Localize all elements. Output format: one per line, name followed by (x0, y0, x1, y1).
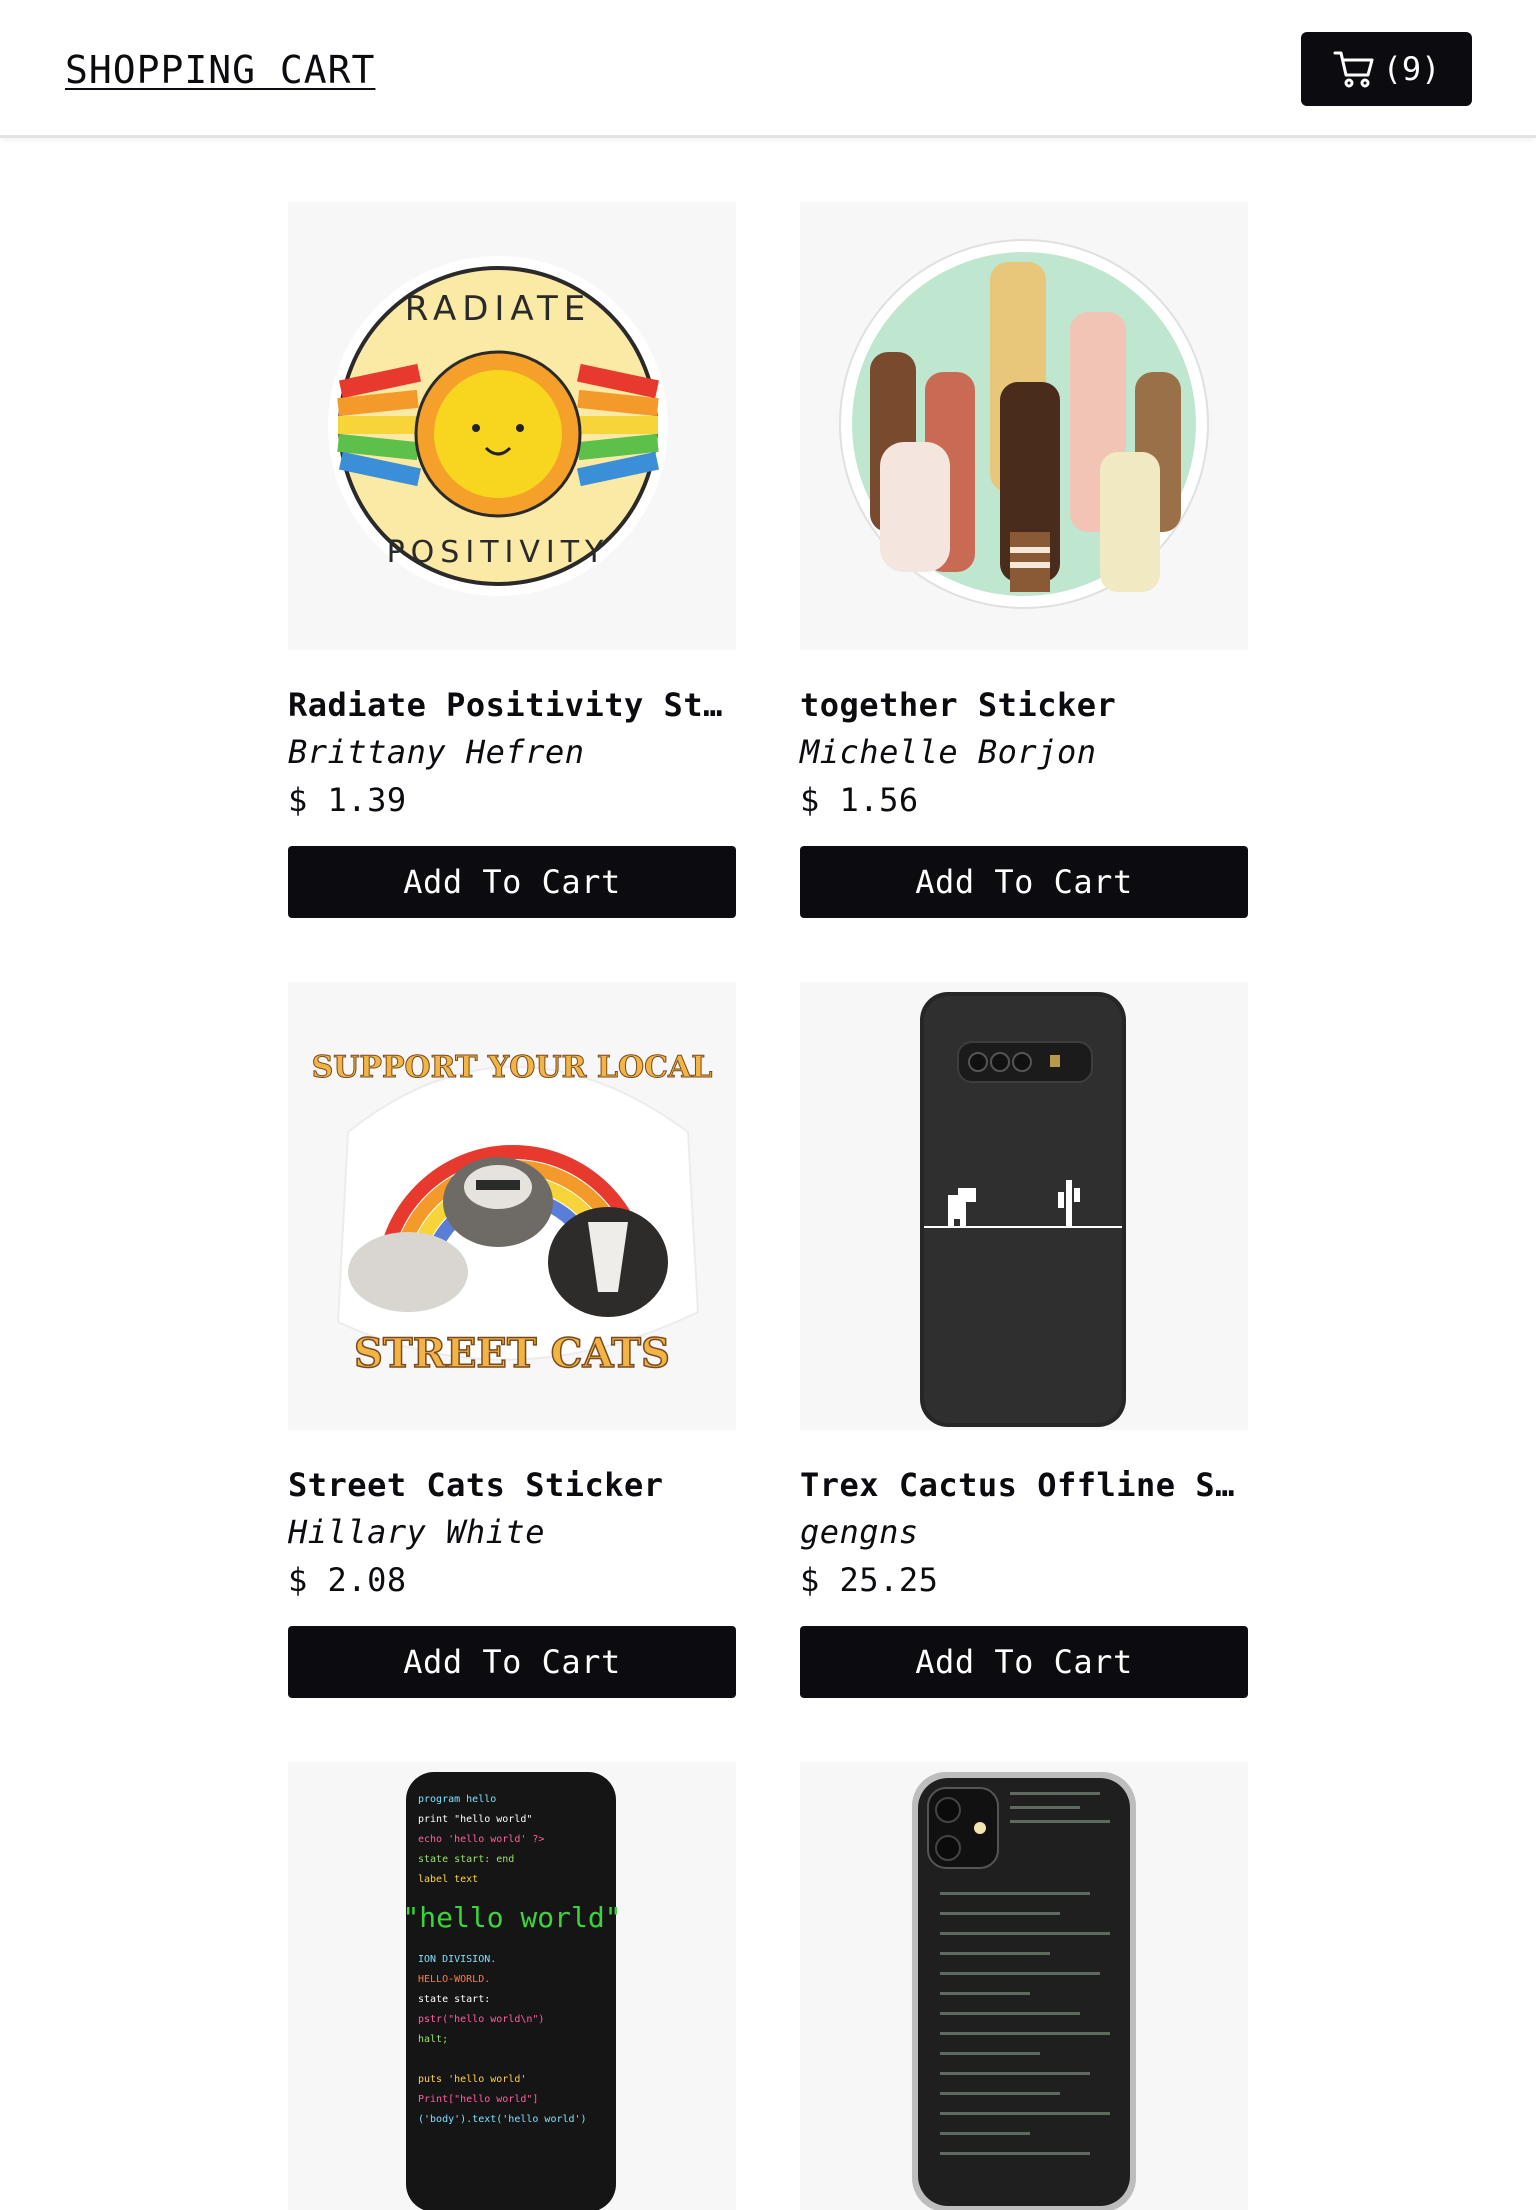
svg-text:print "hello world": print "hello world" (418, 1814, 532, 1825)
cart-icon (1333, 51, 1374, 88)
code-iphone-case-image (912, 1772, 1136, 2210)
cart-button[interactable]: (9) (1301, 32, 1472, 106)
product-card: together Sticker Michelle Borjon $ 1.56 … (800, 202, 1248, 918)
add-to-cart-button[interactable]: Add To Cart (288, 846, 736, 918)
svg-text:halt;: halt; (418, 2034, 448, 2045)
product-artist[interactable]: Michelle Borjon (800, 728, 1248, 776)
svg-text:pstr("hello world\n"): pstr("hello world\n") (418, 2014, 544, 2025)
product-price: $ 2.08 (288, 1561, 407, 1599)
product-artist[interactable]: Hillary White (288, 1508, 736, 1556)
product-card: program hello print "hello world" echo '… (288, 1762, 736, 2210)
cart-count: (9) (1382, 50, 1441, 88)
svg-text:RADIATE: RADIATE (405, 289, 592, 329)
product-image[interactable] (800, 1762, 1248, 2210)
product-card (800, 1762, 1248, 2210)
svg-text:Print["hello world"]: Print["hello world"] (418, 2094, 538, 2105)
product-image[interactable]: RADIATE POSITIVITY (288, 202, 736, 650)
product-artist[interactable]: gengns (800, 1508, 1248, 1556)
svg-text:STREET CATS: STREET CATS (354, 1330, 670, 1377)
street-cats-sticker-image: SUPPORT YOUR LOCAL STREET CATS (311, 1050, 713, 1378)
product-card: RADIATE POSITIVITY Radiate Positivity St… (288, 202, 736, 918)
svg-text:state start: end: state start: end (418, 1854, 514, 1865)
product-title[interactable]: Trex Cactus Offline S… (800, 1462, 1248, 1508)
svg-text:('body').text('hello world'): ('body').text('hello world') (418, 2114, 587, 2125)
product-image[interactable]: SUPPORT YOUR LOCAL STREET CATS (288, 982, 736, 1430)
add-to-cart-button[interactable]: Add To Cart (288, 1626, 736, 1698)
svg-text:state start:: state start: (418, 1994, 490, 2005)
svg-text:POSITIVITY: POSITIVITY (387, 535, 610, 570)
product-image[interactable]: program hello print "hello world" echo '… (288, 1762, 736, 2210)
product-grid: RADIATE POSITIVITY Radiate Positivity St… (288, 202, 1248, 2210)
product-price: $ 1.39 (288, 781, 407, 819)
svg-text:HELLO-WORLD.: HELLO-WORLD. (418, 1974, 490, 1985)
product-image[interactable] (800, 202, 1248, 650)
product-price: $ 1.56 (800, 781, 919, 819)
hello-world-phone-case-image: program hello print "hello world" echo '… (402, 1772, 622, 2210)
product-card: SUPPORT YOUR LOCAL STREET CATS Street Ca… (288, 982, 736, 1698)
top-bar: SHOPPING CART (9) (0, 0, 1536, 138)
add-to-cart-button[interactable]: Add To Cart (800, 1626, 1248, 1698)
svg-text:SUPPORT YOUR LOCAL: SUPPORT YOUR LOCAL (312, 1050, 713, 1085)
product-artist[interactable]: Brittany Hefren (288, 728, 736, 776)
svg-text:program hello: program hello (418, 1794, 496, 1805)
product-image[interactable] (800, 982, 1248, 1430)
svg-text:ION DIVISION.: ION DIVISION. (418, 1954, 496, 1965)
raised-fists-sticker-image (839, 239, 1209, 609)
product-title[interactable]: Street Cats Sticker (288, 1462, 736, 1508)
add-to-cart-button[interactable]: Add To Cart (800, 846, 1248, 918)
product-price: $ 25.25 (800, 1561, 939, 1599)
product-title[interactable]: Radiate Positivity St… (288, 682, 736, 728)
product-card: Trex Cactus Offline S… gengns $ 25.25 Ad… (800, 982, 1248, 1698)
product-title[interactable]: together Sticker (800, 682, 1248, 728)
svg-text:puts 'hello world': puts 'hello world' (418, 2074, 526, 2085)
radiate-positivity-sticker-image: RADIATE POSITIVITY (328, 256, 668, 596)
svg-text:label text: label text (418, 1874, 478, 1885)
trex-phone-case-image (920, 992, 1126, 1427)
svg-text:echo 'hello world' ?>: echo 'hello world' ?> (418, 1834, 544, 1845)
svg-text:"hello world": "hello world" (402, 1901, 621, 1934)
shopping-cart-title[interactable]: SHOPPING CART (65, 48, 375, 92)
